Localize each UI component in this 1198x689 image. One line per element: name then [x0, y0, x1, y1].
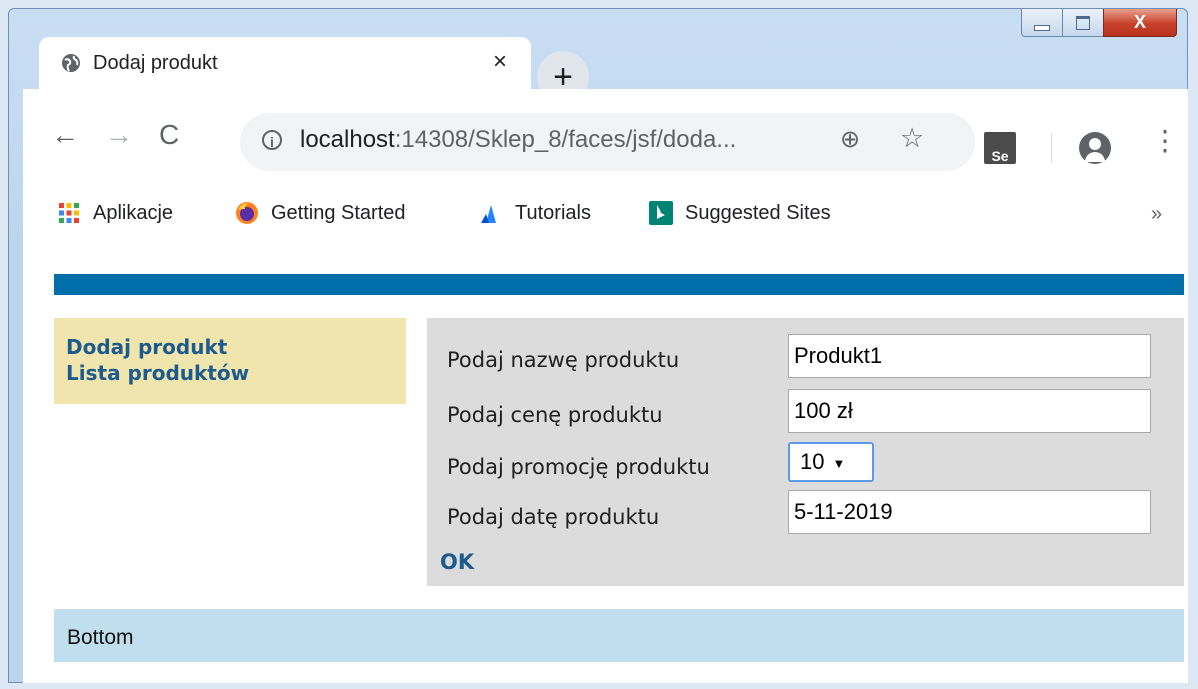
profile-icon[interactable]: [1079, 132, 1111, 164]
bing-icon: [649, 201, 673, 225]
tab-title: Dodaj produkt: [93, 51, 218, 74]
header-bar: [54, 274, 1184, 295]
bookmark-label: Suggested Sites: [685, 201, 831, 224]
caption-buttons: X: [1021, 9, 1177, 37]
url-host: localhost: [300, 126, 395, 153]
reload-icon[interactable]: C: [159, 119, 179, 151]
product-form: Podaj nazwę produktu Produkt1 Podaj cenę…: [427, 318, 1184, 586]
date-input[interactable]: 5-11-2019: [788, 490, 1151, 534]
url-text[interactable]: localhost:14308/Sklep_8/faces/jsf/doda..…: [300, 126, 736, 154]
tab-close-icon[interactable]: ×: [493, 48, 507, 76]
promo-value: 10: [800, 449, 825, 474]
browser-window: X Dodaj produkt × + ← → C i localhost:14…: [8, 8, 1188, 683]
date-label: Podaj datę produktu: [447, 505, 660, 529]
browser-toolbar: ← → C i localhost:14308/Sklep_8/faces/js…: [23, 89, 1188, 247]
firefox-icon: [236, 202, 258, 224]
atlassian-icon: [481, 205, 496, 223]
bookmark-tutorials[interactable]: Tutorials: [479, 201, 591, 225]
maximize-icon: [1076, 15, 1090, 30]
promo-label: Podaj promocję produktu: [447, 455, 710, 479]
bookmark-getting-started[interactable]: Getting Started: [235, 201, 406, 225]
browser-tab[interactable]: Dodaj produkt ×: [39, 37, 531, 89]
minimize-button[interactable]: [1021, 9, 1063, 37]
name-input[interactable]: Produkt1: [788, 334, 1151, 378]
page-footer: Bottom: [54, 609, 1184, 662]
close-window-button[interactable]: X: [1103, 9, 1177, 37]
info-icon[interactable]: i: [262, 130, 282, 150]
page-content: Dodaj produkt Lista produktów Podaj nazw…: [23, 247, 1188, 683]
promo-select[interactable]: 10 ▼: [788, 442, 874, 482]
menu-link-lista-produktow[interactable]: Lista produktów: [66, 360, 406, 386]
bookmark-star-icon[interactable]: ☆: [900, 123, 924, 154]
price-label: Podaj cenę produktu: [447, 403, 663, 427]
ok-button[interactable]: OK: [440, 550, 474, 574]
menu-link-dodaj-produkt[interactable]: Dodaj produkt: [66, 334, 406, 360]
bookmark-suggested-sites[interactable]: Suggested Sites: [649, 201, 831, 225]
selenium-extension-icon[interactable]: Se: [984, 132, 1016, 164]
globe-icon: [62, 54, 80, 72]
more-bookmarks-icon[interactable]: »: [1151, 203, 1162, 226]
zoom-icon[interactable]: ⊕: [840, 125, 860, 154]
apps-grid-icon: [59, 203, 79, 223]
bookmark-aplikacje[interactable]: Aplikacje: [57, 201, 173, 225]
maximize-button[interactable]: [1062, 9, 1104, 37]
toolbar-separator: [1051, 133, 1052, 163]
bookmark-label: Aplikacje: [93, 201, 174, 224]
bookmark-label: Tutorials: [515, 201, 591, 224]
name-label: Podaj nazwę produktu: [447, 348, 680, 372]
forward-icon[interactable]: →: [105, 119, 133, 151]
dropdown-arrow-icon: ▼: [832, 455, 846, 471]
minimize-icon: [1034, 24, 1050, 31]
menu-dots-icon[interactable]: ⋮: [1151, 127, 1179, 155]
selenium-label: Se: [991, 148, 1009, 164]
address-bar[interactable]: i localhost:14308/Sklep_8/faces/jsf/doda…: [240, 113, 975, 171]
side-menu: Dodaj produkt Lista produktów: [54, 318, 406, 404]
back-icon[interactable]: ←: [51, 119, 79, 151]
price-input[interactable]: 100 zł: [788, 389, 1151, 433]
url-path: :14308/Sklep_8/faces/jsf/doda...: [394, 126, 737, 153]
bookmark-label: Getting Started: [271, 201, 406, 224]
